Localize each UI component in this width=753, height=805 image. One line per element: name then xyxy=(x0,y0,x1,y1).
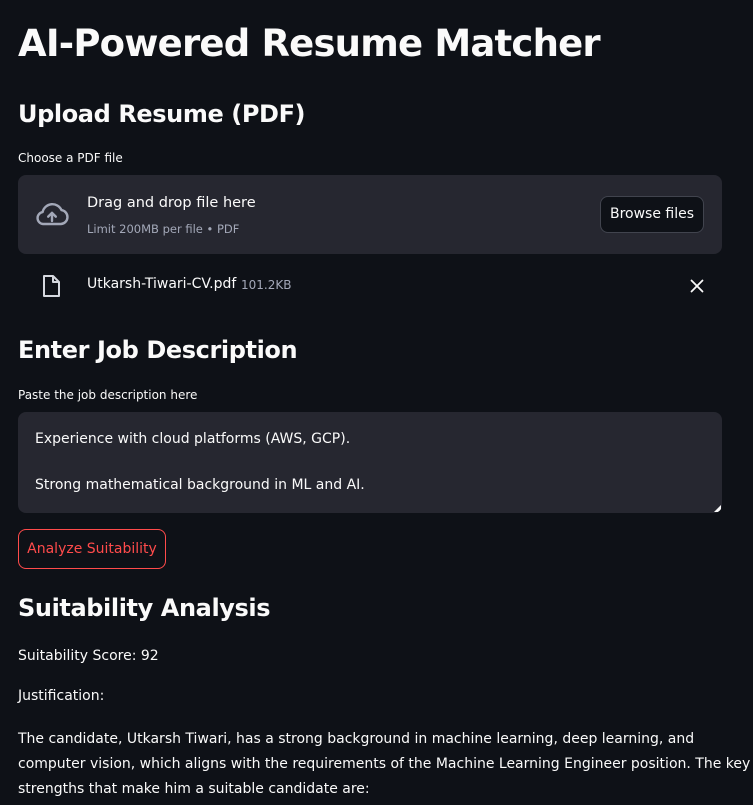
job-description-line: Strong mathematical background in ML and… xyxy=(35,477,365,493)
job-description-heading: Enter Job Description xyxy=(18,336,298,364)
resize-handle-icon[interactable] xyxy=(714,505,721,512)
uploaded-file-item: Utkarsh-Tiwari-CV.pdf 101.2KB xyxy=(18,268,722,304)
analyze-suitability-button[interactable]: Analyze Suitability xyxy=(18,529,166,569)
upload-heading: Upload Resume (PDF) xyxy=(18,100,306,128)
close-icon[interactable] xyxy=(688,277,706,295)
job-description-line: Experience with cloud platforms (AWS, GC… xyxy=(35,431,351,447)
justification-label: Justification: xyxy=(18,688,105,704)
uploaded-file-name: Utkarsh-Tiwari-CV.pdf xyxy=(87,276,237,292)
justification-text-line: The candidate, Utkarsh Tiwari, has a str… xyxy=(18,731,695,747)
file-dropzone[interactable]: Drag and drop file here Limit 200MB per … xyxy=(18,175,722,254)
justification-text-line: strengths that make him a suitable candi… xyxy=(18,781,370,797)
app-page: AI-Powered Resume Matcher Upload Resume … xyxy=(0,0,753,805)
uploaded-file-size: 101.2KB xyxy=(241,278,292,292)
suitability-analysis-heading: Suitability Analysis xyxy=(18,594,271,622)
file-icon xyxy=(43,275,60,297)
browse-files-button[interactable]: Browse files xyxy=(600,196,704,233)
dropzone-limit: Limit 200MB per file • PDF xyxy=(87,222,240,236)
suitability-score: Suitability Score: 92 xyxy=(18,648,159,664)
job-description-label: Paste the job description here xyxy=(18,388,198,402)
dropzone-instructions: Drag and drop file here xyxy=(87,195,256,211)
job-description-textarea[interactable]: Experience with cloud platforms (AWS, GC… xyxy=(18,412,722,513)
cloud-upload-icon xyxy=(36,203,69,226)
justification-text-line: computer vision, which aligns with the r… xyxy=(18,756,751,772)
page-title: AI-Powered Resume Matcher xyxy=(18,22,601,65)
file-uploader-label: Choose a PDF file xyxy=(18,151,123,165)
